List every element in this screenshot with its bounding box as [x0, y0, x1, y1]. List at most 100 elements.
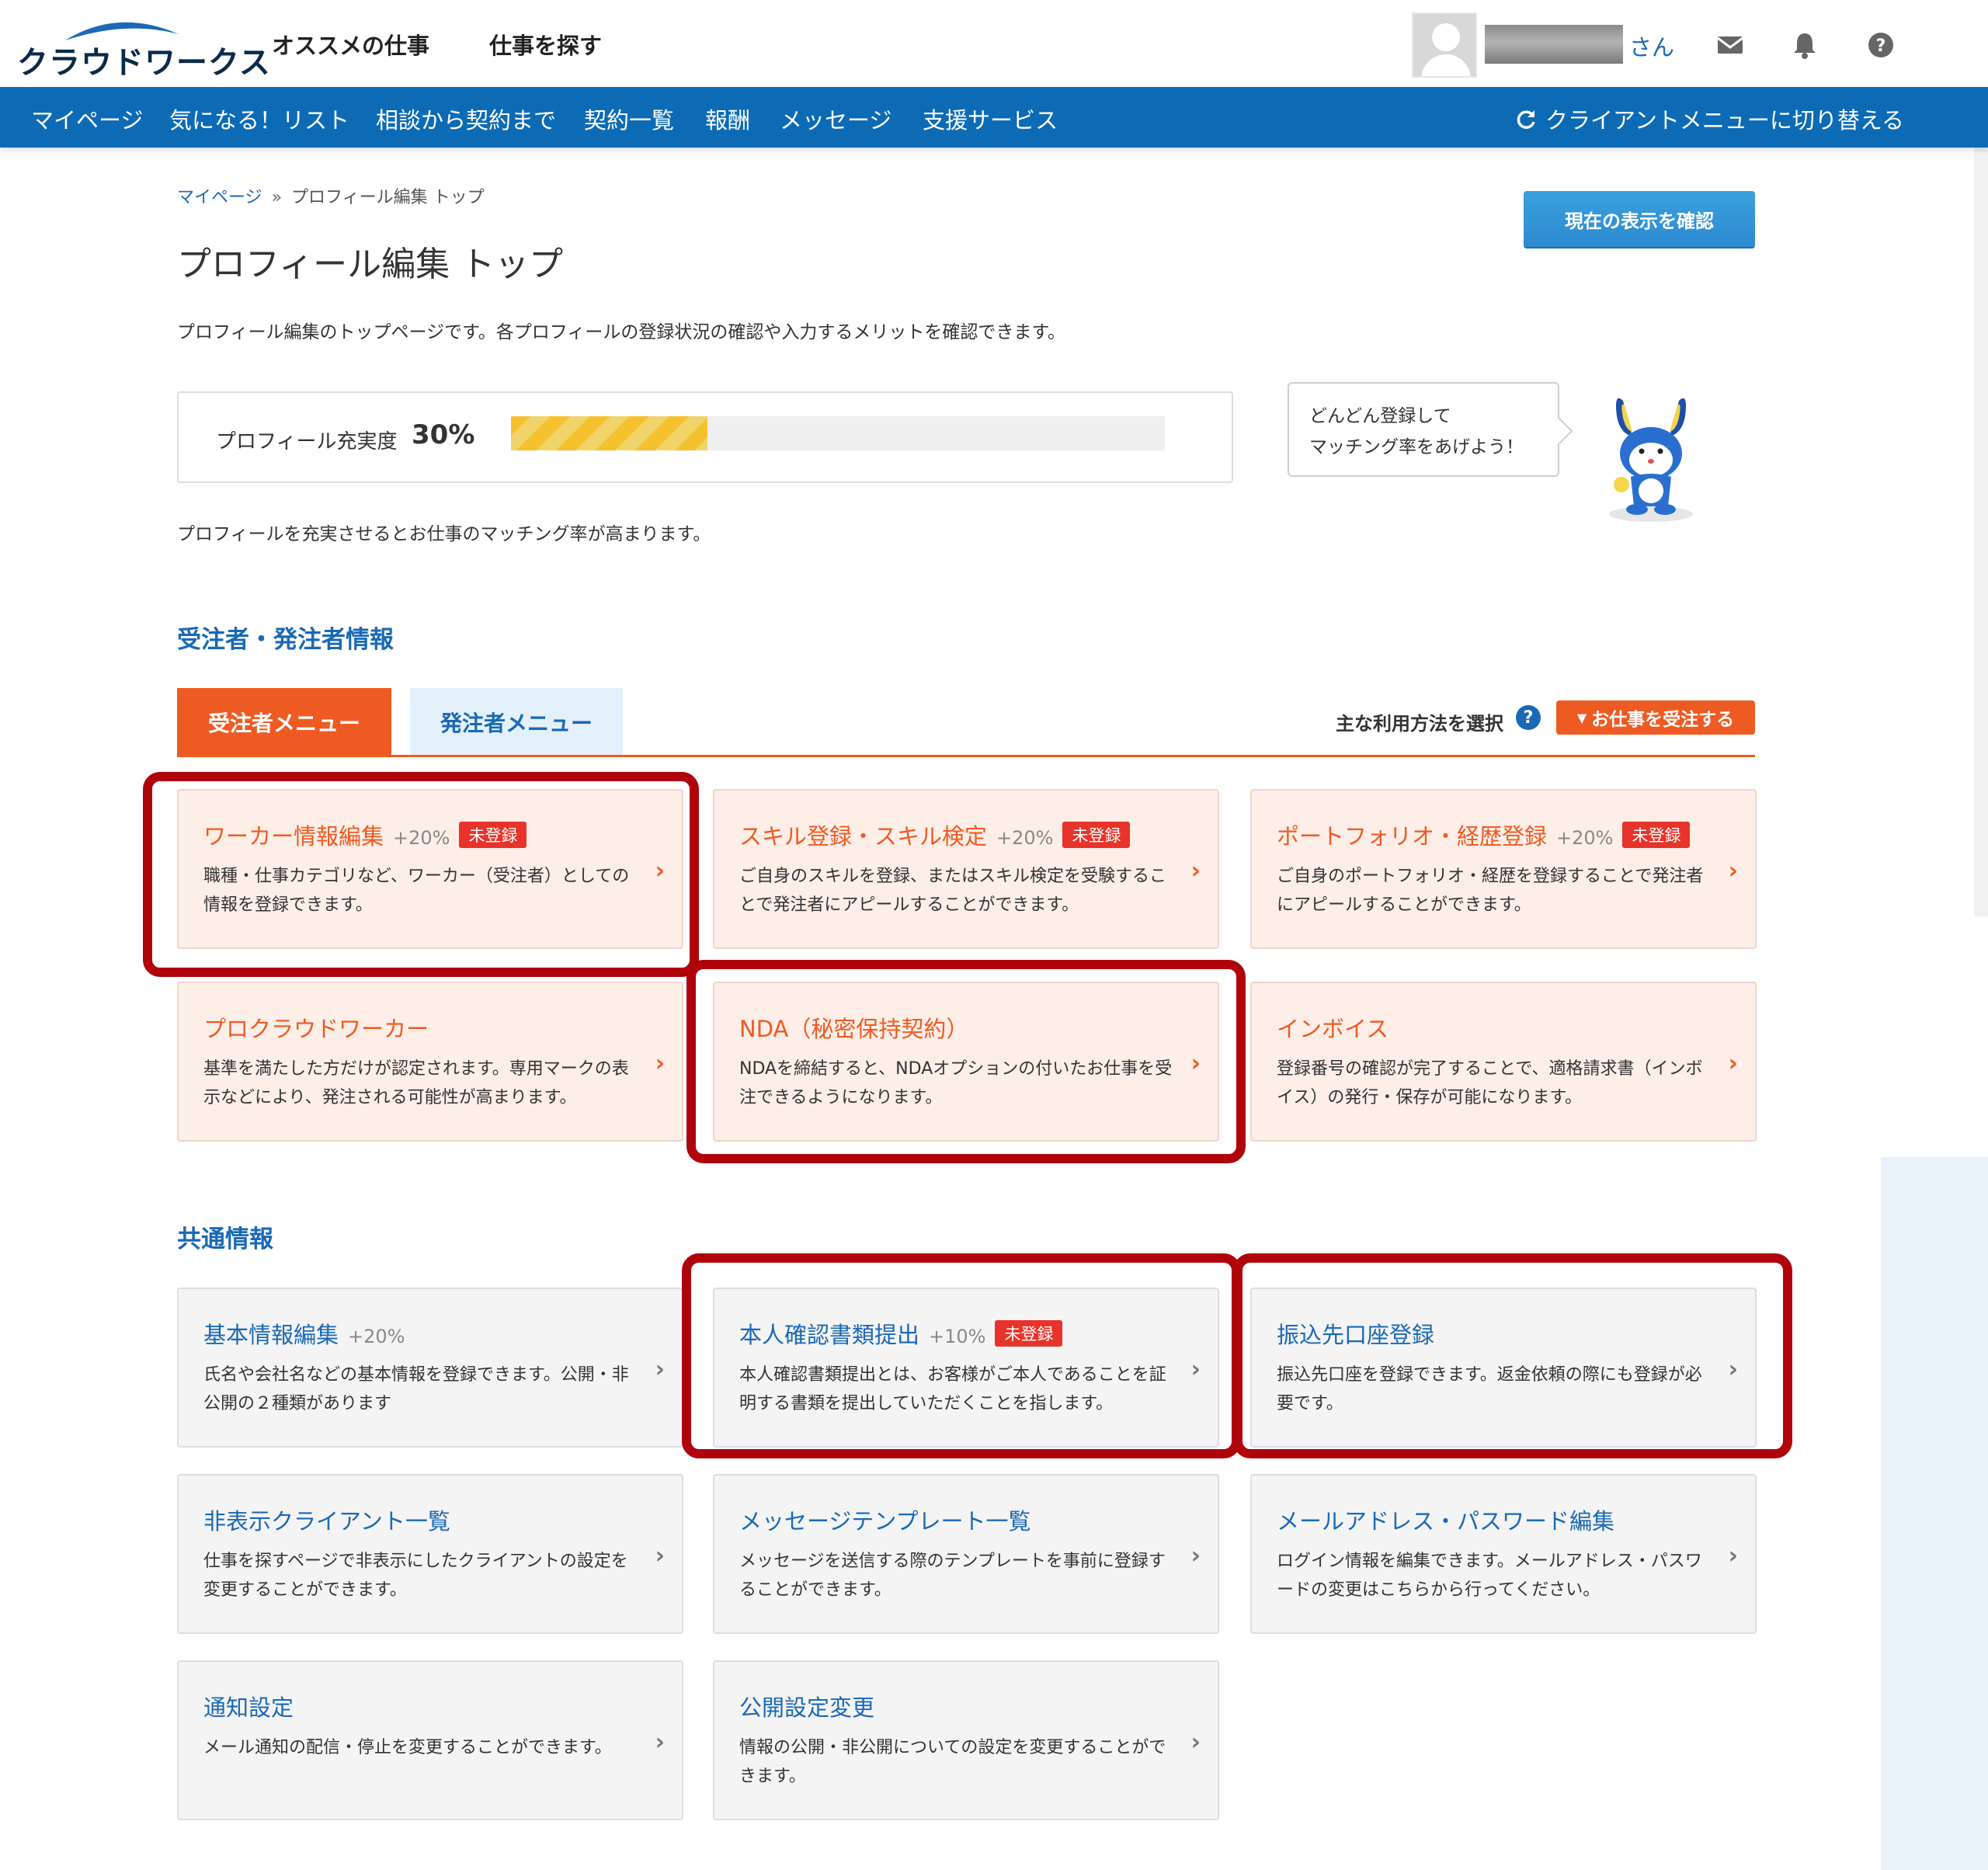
highlight-box-worker-info: [143, 772, 699, 977]
highlight-box-id-verification: [682, 1253, 1241, 1458]
card-title-row: メッセージテンプレート一覧: [739, 1503, 1031, 1536]
chevron-right-icon: ›: [1728, 1050, 1738, 1077]
card-title-row: 通知設定: [203, 1690, 294, 1722]
completeness-label: プロフィール充実度: [216, 430, 398, 454]
nav-messages[interactable]: メッセージ: [780, 103, 891, 135]
card-title: 公開設定変更: [739, 1694, 875, 1721]
completeness-progress-bar: [511, 416, 1165, 450]
encouragement-speech-bubble: どんどん登録して マッチング率をあげよう！: [1288, 382, 1559, 477]
breadcrumb-current: プロフィール編集 トップ: [291, 188, 485, 207]
chevron-right-icon: ›: [655, 1729, 665, 1756]
card-title-row: 非表示クライアント一覧: [203, 1503, 450, 1536]
completeness-percent: 30%: [412, 419, 475, 450]
nav-favorites[interactable]: 気になる！リスト: [169, 103, 349, 135]
chevron-right-icon: ›: [1728, 857, 1738, 885]
avatar[interactable]: [1412, 12, 1477, 78]
nav-mypage[interactable]: マイページ: [31, 103, 143, 135]
card-hidden-clients[interactable]: 非表示クライアント一覧仕事を探すページで非表示にしたクライアントの設定を変更する…: [177, 1474, 683, 1634]
completeness-progress-fill: [511, 416, 707, 450]
card-title: ポートフォリオ・経歴登録: [1277, 823, 1548, 850]
page-title: プロフィール編集 トップ: [177, 245, 564, 284]
card-description: メッセージを送信する際のテンプレートを事前に登録することができます。: [739, 1552, 1166, 1600]
usage-role-value: お仕事を受注する: [1591, 710, 1735, 730]
card-title-row: 基本情報編集 +20%: [203, 1317, 405, 1350]
card-description: 氏名や会社名などの基本情報を登録できます。公開・非公開の２種類があります: [203, 1365, 629, 1413]
card-email-password-edit[interactable]: メールアドレス・パスワード編集ログイン情報を編集できます。メールアドレス・パスワ…: [1250, 1474, 1757, 1634]
user-suffix: さん: [1629, 34, 1675, 61]
main-nav: マイページ 気になる！リスト 相談から契約まで 契約一覧 報酬 メッセージ 支援…: [0, 87, 1988, 148]
mail-icon[interactable]: [1715, 30, 1746, 61]
card-title-row: 公開設定変更: [739, 1690, 874, 1722]
nav-recommended-jobs[interactable]: オススメの仕事: [272, 28, 429, 61]
refresh-icon: [1517, 110, 1535, 129]
card-title: プロクラウドワーカー: [203, 1016, 429, 1042]
card-title: インボイス: [1277, 1016, 1389, 1042]
page-description: プロフィール編集のトップページです。各プロフィールの登録状況の確認や入力するメリ…: [177, 322, 1066, 342]
rabbit-mascot-icon: [1609, 398, 1693, 522]
highlight-box-nda: [686, 960, 1246, 1163]
card-title-row: ポートフォリオ・経歴登録 +20% 未登録: [1277, 819, 1691, 851]
card-privacy-settings[interactable]: 公開設定変更 情報の公開・非公開についての設定を変更することができます。 ›: [713, 1660, 1219, 1820]
card-title-row: インボイス: [1277, 1011, 1388, 1044]
usage-role-dropdown[interactable]: ▼ お仕事を受注する: [1556, 700, 1755, 735]
side-background-panel: [1881, 1157, 1988, 1870]
card-title-row: メールアドレス・パスワード編集: [1277, 1503, 1614, 1536]
card-skill-registration[interactable]: スキル登録・スキル検定 +20% 未登録ご自身のスキルを登録、またはスキル検定を受験…: [713, 789, 1219, 949]
bubble-line-1: どんどん登録して: [1309, 406, 1451, 426]
highlight-box-bank-account: [1233, 1253, 1792, 1458]
card-title: 通知設定: [203, 1694, 294, 1721]
tab-underline: [177, 755, 1755, 757]
card-bonus-percent: +20%: [1556, 827, 1614, 849]
card-invoice[interactable]: インボイス登録番号の確認が完了することで、適格請求書（インボイス）の発行・保存が…: [1250, 982, 1757, 1142]
nav-contract-list[interactable]: 契約一覧: [584, 103, 674, 135]
tab-client-menu[interactable]: 発注者メニュー: [410, 688, 623, 756]
card-description: 登録番号の確認が完了することで、適格請求書（インボイス）の発行・保存が可能になり…: [1277, 1059, 1703, 1107]
card-title: メールアドレス・パスワード編集: [1277, 1508, 1615, 1535]
card-title: 非表示クライアント一覧: [203, 1508, 450, 1535]
card-message-templates[interactable]: メッセージテンプレート一覧メッセージを送信する際のテンプレートを事前に登録するこ…: [713, 1474, 1219, 1634]
nav-find-jobs[interactable]: 仕事を探す: [489, 28, 602, 61]
breadcrumb-separator: »: [271, 188, 283, 207]
completeness-note: プロフィールを充実させるとお仕事のマッチング率が高まります。: [177, 524, 711, 544]
chevron-right-icon: ›: [1728, 1542, 1738, 1569]
breadcrumb-mypage-link[interactable]: マイページ: [177, 188, 262, 207]
usage-select-label: 主な利用方法を選択: [1336, 713, 1503, 735]
switch-client-menu-label: クライアントメニューに切り替える: [1545, 107, 1904, 134]
card-description: メール通知の配信・停止を変更することができます。: [203, 1738, 612, 1757]
card-basic-info-edit[interactable]: 基本情報編集 +20% 氏名や会社名などの基本情報を登録できます。公開・非公開の２種…: [177, 1288, 683, 1448]
chevron-right-icon: ›: [655, 1050, 665, 1077]
unregistered-badge: 未登録: [1062, 822, 1131, 848]
username-redacted[interactable]: [1485, 25, 1623, 64]
nav-support-services[interactable]: 支援サービス: [923, 103, 1058, 135]
switch-client-menu-link[interactable]: クライアントメニューに切り替える: [1514, 103, 1904, 135]
nav-rewards[interactable]: 報酬: [705, 103, 750, 135]
card-pro-crowdworker[interactable]: プロクラウドワーカー 基準を満たした方だけが認定されます。専用マークの表示などによ…: [177, 982, 683, 1142]
card-description: ログイン情報を編集できます。メールアドレス・パスワードの変更はこちらから行ってく…: [1277, 1552, 1702, 1600]
card-title-row: スキル登録・スキル検定 +20% 未登録: [739, 819, 1131, 851]
card-description: ご自身のスキルを登録、またはスキル検定を受験することで発注者にアピールすることが…: [739, 867, 1167, 915]
crowdworks-logo[interactable]: クラウドワークス: [17, 14, 270, 81]
nav-consult-to-contract[interactable]: 相談から契約まで: [376, 103, 556, 135]
chevron-right-icon: ›: [655, 1542, 665, 1569]
unregistered-badge: 未登録: [1622, 822, 1691, 848]
card-description: 仕事を探すページで非表示にしたクライアントの設定を変更することができます。: [203, 1552, 628, 1600]
card-title: スキル登録・スキル検定: [739, 823, 988, 850]
usage-help-icon[interactable]: ?: [1516, 705, 1541, 730]
bell-icon[interactable]: [1789, 30, 1820, 61]
card-title: 基本情報編集: [203, 1322, 339, 1348]
chevron-right-icon: ›: [1190, 857, 1201, 885]
chevron-right-icon: ›: [1190, 1542, 1201, 1569]
bubble-line-2: マッチング率をあげよう！: [1309, 437, 1524, 457]
chevron-right-icon: ›: [1190, 1729, 1201, 1756]
site-header: クラウドワークス オススメの仕事 仕事を探す さん ?: [0, 0, 1988, 87]
tab-worker-menu[interactable]: 受注者メニュー: [177, 688, 391, 756]
help-icon[interactable]: ?: [1865, 30, 1896, 61]
chevron-right-icon: ›: [655, 1356, 665, 1383]
card-notification-settings[interactable]: 通知設定メール通知の配信・停止を変更することができます。 ›: [177, 1660, 683, 1820]
card-portfolio-career[interactable]: ポートフォリオ・経歴登録 +20% 未登録 ご自身のポートフォリオ・経歴を登録すること…: [1250, 789, 1757, 949]
card-bonus-percent: +20%: [348, 1326, 405, 1347]
card-title-row: プロクラウドワーカー: [203, 1011, 429, 1044]
view-current-profile-button[interactable]: 現在の表示を確認: [1524, 191, 1755, 247]
svg-text:?: ?: [1876, 36, 1886, 56]
profile-completeness-box: プロフィール充実度 30%: [177, 391, 1233, 483]
